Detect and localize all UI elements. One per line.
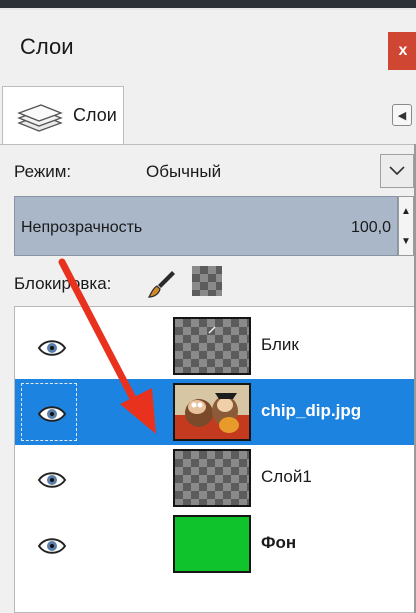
layer-row[interactable]: Фон — [15, 511, 415, 577]
mode-dropdown-button[interactable] — [380, 154, 414, 188]
tab-layers[interactable]: Слои — [2, 86, 124, 144]
opacity-value: 100,0 — [350, 219, 391, 236]
spin-down-icon[interactable]: ▼ — [401, 229, 411, 253]
eye-icon[interactable] — [25, 335, 79, 361]
tab-layers-label: Слои — [73, 105, 117, 125]
alpha-checker-icon[interactable] — [192, 266, 222, 296]
layer-row-selected[interactable]: chip_dip.jpg — [15, 379, 415, 445]
layer-name: Слой1 — [261, 467, 312, 486]
lock-row: Блокировка: — [0, 264, 416, 300]
mode-label: Режим: — [14, 162, 72, 181]
opacity-label: Непрозрачность — [21, 219, 143, 236]
close-button[interactable]: x — [388, 32, 416, 70]
eye-icon[interactable] — [25, 533, 79, 559]
layers-stack-icon — [13, 101, 67, 140]
lock-label: Блокировка: — [14, 274, 112, 293]
panel-header: Слои x — [0, 18, 416, 80]
layer-thumbnail — [173, 515, 251, 573]
spin-up-icon[interactable]: ▲ — [401, 199, 411, 223]
paintbrush-icon[interactable] — [146, 268, 178, 305]
eye-icon[interactable] — [25, 401, 79, 427]
panel-title: Слои — [20, 34, 74, 59]
layer-thumbnail-photo — [173, 383, 251, 441]
window-top-divider — [0, 8, 416, 10]
mode-row: Режим: Обычный — [0, 152, 416, 188]
layer-name: Блик — [261, 335, 299, 354]
layer-name: chip_dip.jpg — [261, 401, 362, 420]
window-top-bar — [0, 0, 416, 8]
layer-name: Фон — [261, 533, 297, 552]
tab-menu-button[interactable]: ◀ — [392, 104, 412, 126]
opacity-spinner[interactable]: ▲ ▼ — [398, 196, 414, 256]
chevron-down-icon — [389, 166, 405, 176]
triangle-left-icon: ◀ — [397, 109, 407, 122]
layer-thumbnail — [173, 317, 251, 375]
eye-icon[interactable] — [25, 467, 79, 493]
layers-list: Блик chip_dip.jpg Слой1 Фон — [14, 306, 416, 613]
layer-row[interactable]: Блик — [15, 313, 415, 379]
layer-thumbnail — [173, 449, 251, 507]
layer-row[interactable]: Слой1 — [15, 445, 415, 511]
mode-select-value[interactable]: Обычный — [146, 162, 221, 182]
opacity-slider[interactable]: Непрозрачность 100,0 — [14, 196, 398, 256]
dock-tab-strip: Слои ◀ — [0, 86, 416, 145]
